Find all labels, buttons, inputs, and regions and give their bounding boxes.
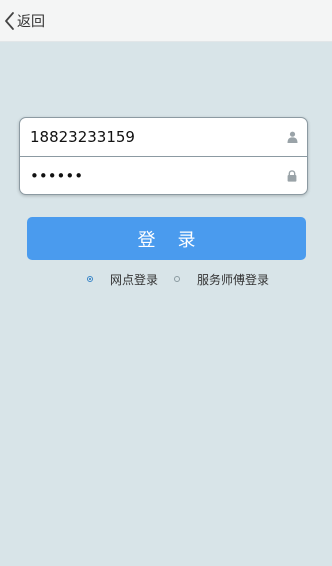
- login-form: [19, 117, 308, 195]
- back-label: 返回: [17, 14, 45, 30]
- login-type-selector: 网点登录 服务师傅登录: [0, 270, 332, 288]
- chevron-left-icon: [3, 10, 15, 32]
- user-icon: [285, 130, 299, 144]
- password-field[interactable]: [20, 158, 285, 194]
- radio-label: 服务师傅登录: [197, 272, 270, 287]
- radio-unselected-icon: [174, 276, 180, 282]
- radio-technician-login[interactable]: 服务师傅登录: [174, 270, 269, 288]
- radio-label: 网点登录: [110, 272, 159, 287]
- radio-branch-login[interactable]: 网点登录: [87, 270, 158, 288]
- password-row: [20, 157, 307, 194]
- top-bar: 返回: [0, 0, 332, 42]
- login-button[interactable]: 登录: [27, 217, 306, 260]
- lock-icon: [285, 169, 299, 183]
- radio-selected-icon: [87, 276, 93, 282]
- phone-field[interactable]: [20, 119, 285, 155]
- back-button[interactable]: 返回: [3, 8, 45, 34]
- phone-row: [20, 118, 307, 157]
- login-button-label: 登录: [137, 229, 218, 251]
